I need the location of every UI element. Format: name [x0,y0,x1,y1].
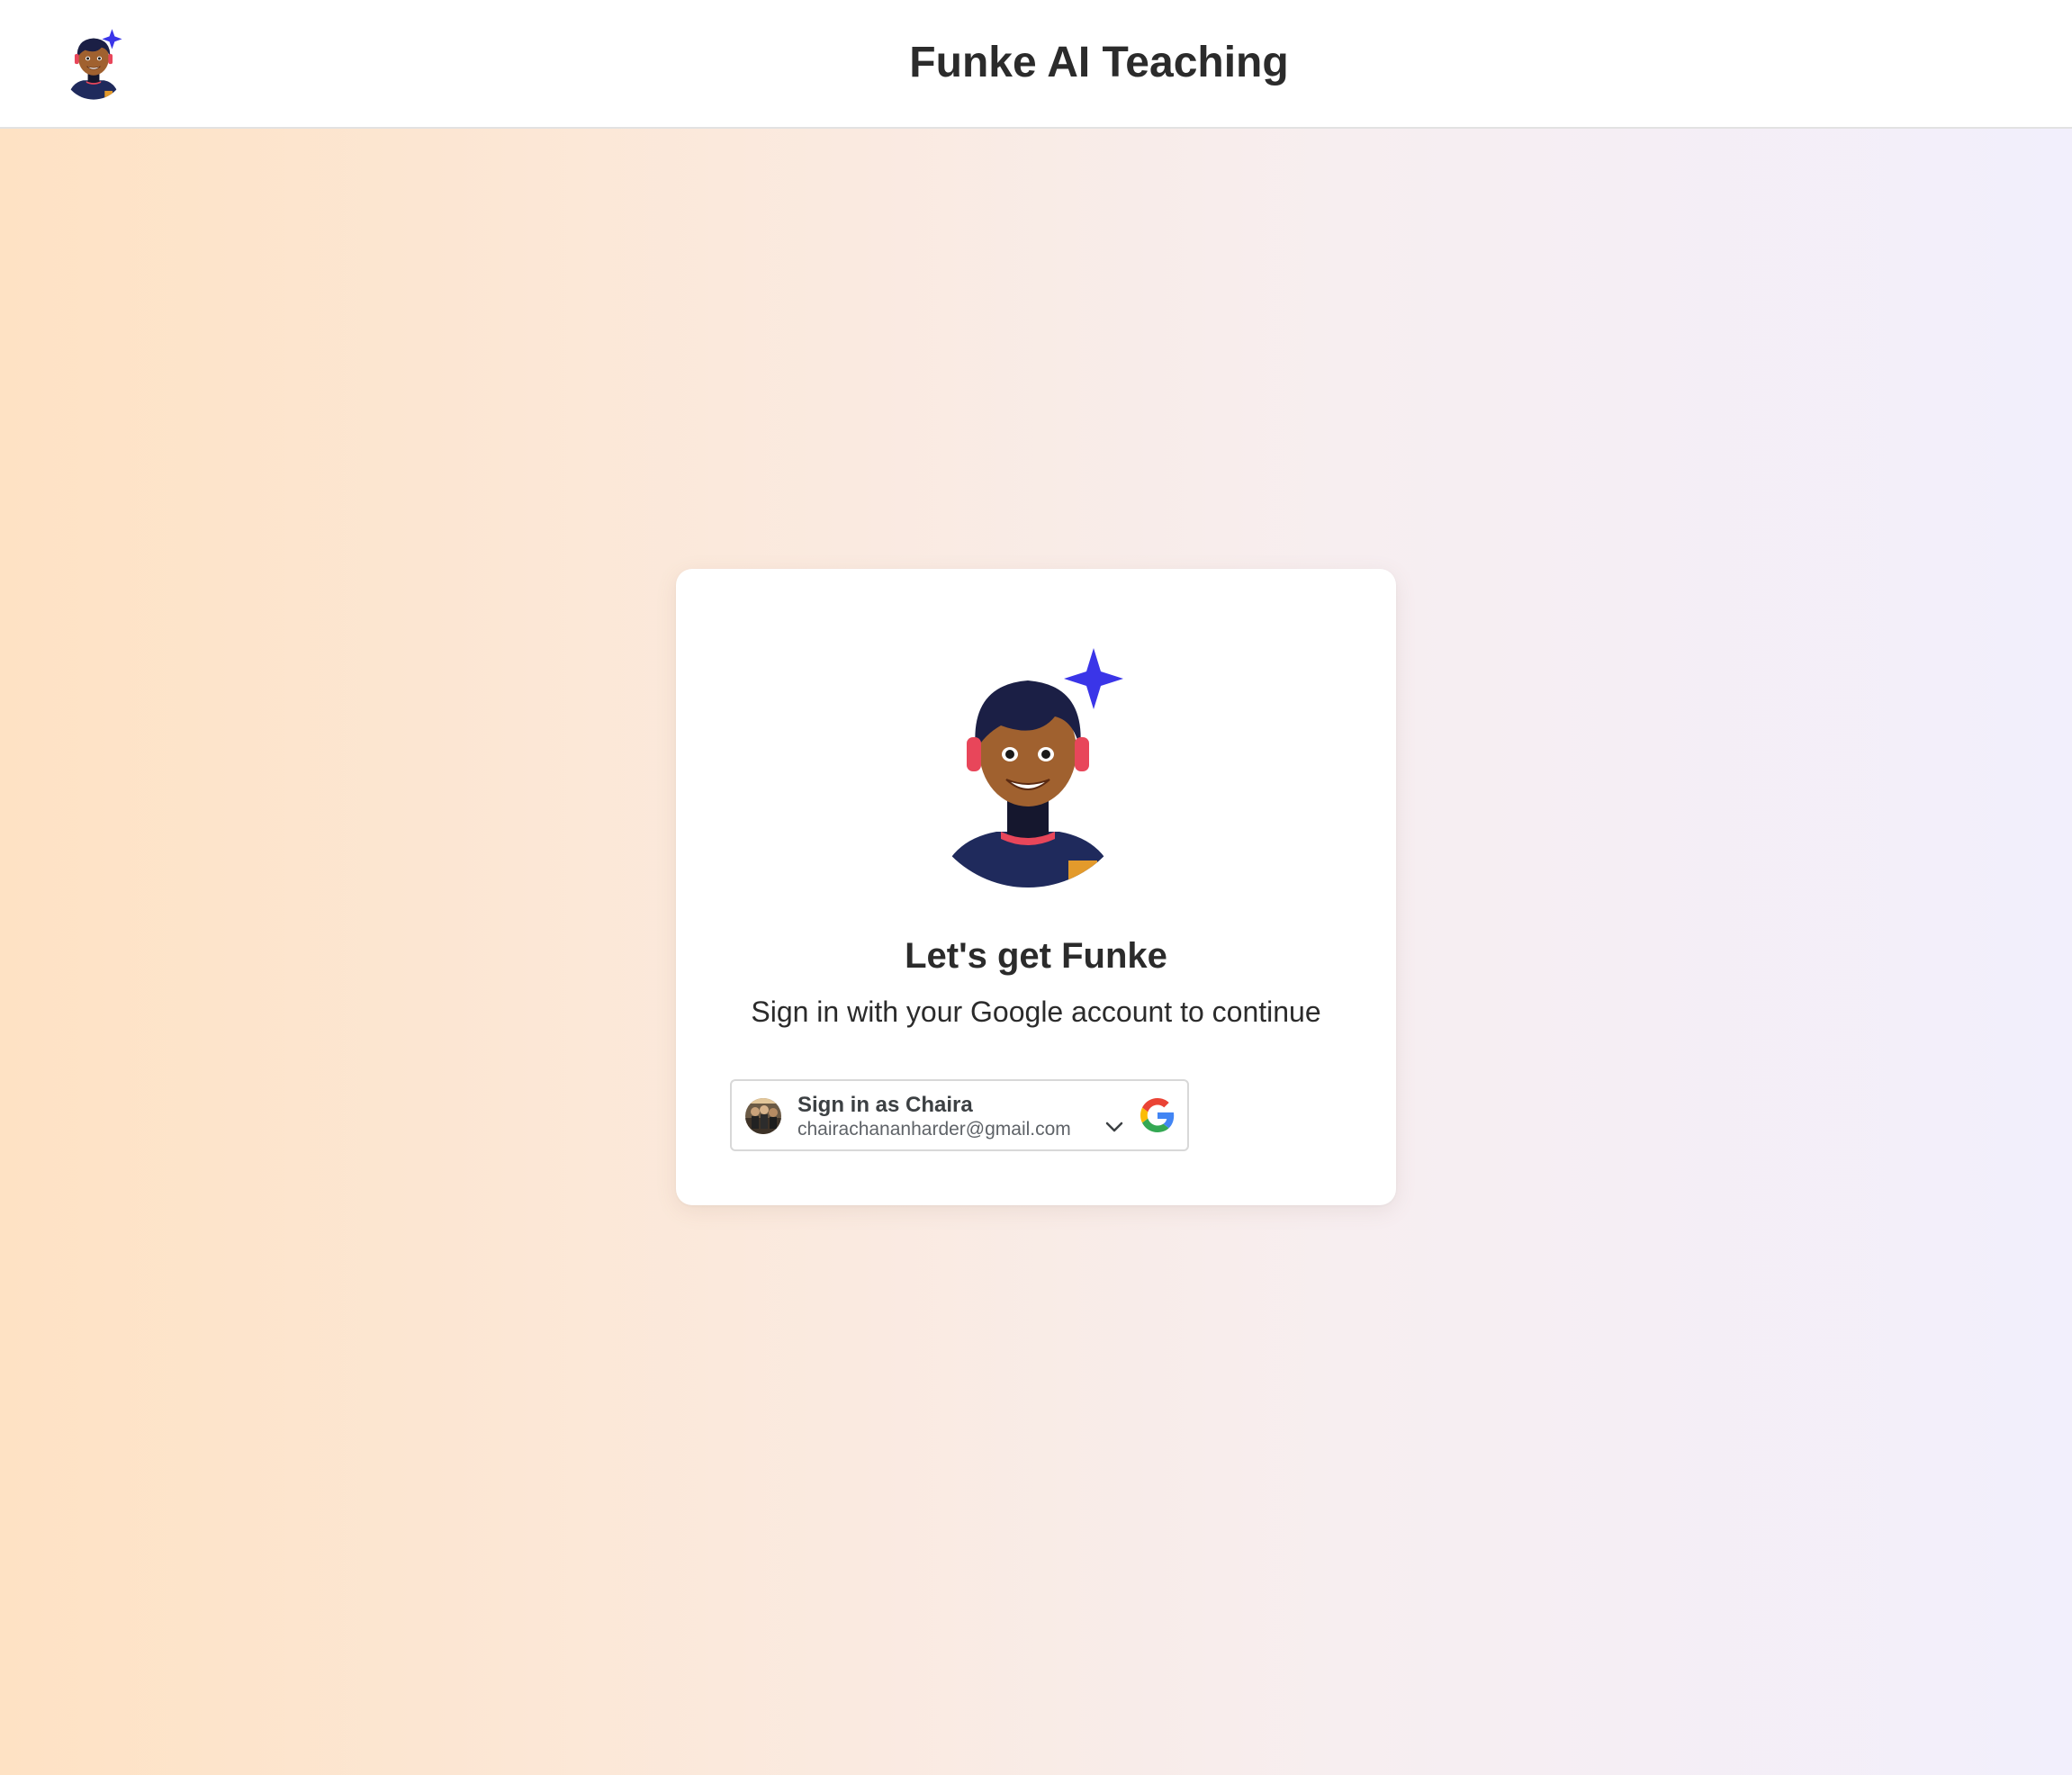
google-logo-icon [1140,1098,1175,1132]
user-photo-icon [745,1098,781,1134]
google-signin-button[interactable]: Sign in as Chaira chairachananharder@gma… [730,1079,1189,1151]
funke-avatar-icon [920,648,1136,888]
chevron-down-icon[interactable] [1104,1121,1124,1133]
signin-account-name: Sign in as Chaira [797,1093,973,1117]
signin-account-email: chairachananharder@gmail.com [797,1119,1071,1140]
top-header: Funke AI Teaching [0,0,2072,129]
signin-card: Let's get Funke Sign in with your Google… [676,569,1396,1205]
card-heading: Let's get Funke [905,936,1167,976]
app-title: Funke AI Teaching [909,39,1289,86]
card-subtitle: Sign in with your Google account to cont… [751,996,1321,1028]
